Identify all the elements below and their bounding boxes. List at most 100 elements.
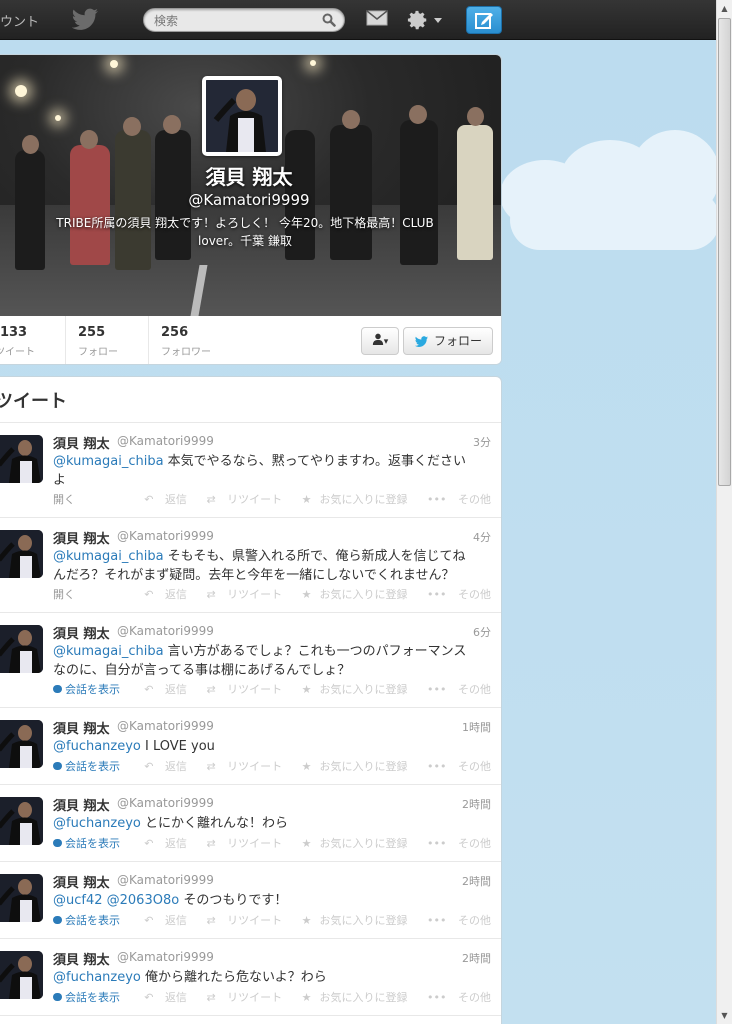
scroll-thumb[interactable] bbox=[718, 18, 731, 486]
scroll-down-arrow[interactable]: ▼ bbox=[717, 1007, 732, 1024]
tweet-avatar[interactable] bbox=[0, 874, 43, 922]
nav-account-link[interactable]: ウント bbox=[0, 11, 39, 30]
tweet-timestamp[interactable]: 2時間 bbox=[462, 873, 491, 889]
more-action[interactable]: ••• その他 bbox=[419, 914, 491, 927]
tweet-item[interactable]: 須貝 翔太 @Kamatori9999 2時間 @ucf42 @2063O8o … bbox=[0, 862, 501, 939]
favorite-action[interactable]: ★ お気に入りに登録 bbox=[294, 760, 408, 773]
retweet-action[interactable]: ⇄ リツイート bbox=[198, 683, 282, 696]
tweet-avatar[interactable] bbox=[0, 797, 43, 845]
page-scrollbar[interactable]: ▲ ▼ bbox=[716, 0, 732, 1024]
reply-action[interactable]: ↶ 返信 bbox=[136, 683, 187, 696]
mail-icon[interactable] bbox=[366, 10, 388, 26]
reply-action[interactable]: ↶ 返信 bbox=[136, 760, 187, 773]
favorite-action[interactable]: ★ お気に入りに登録 bbox=[294, 588, 408, 601]
view-conversation-link[interactable]: 会話を表示 bbox=[53, 758, 120, 774]
tweet-author-name[interactable]: 須貝 翔太 bbox=[53, 872, 110, 891]
tweet-timestamp[interactable]: 1時間 bbox=[462, 719, 491, 735]
tweet-author-name[interactable]: 須貝 翔太 bbox=[53, 623, 110, 642]
gear-icon[interactable] bbox=[407, 9, 429, 31]
tweet-author-name[interactable]: 須貝 翔太 bbox=[53, 795, 110, 814]
tweet-author-name[interactable]: 須貝 翔太 bbox=[53, 718, 110, 737]
user-actions-dropdown[interactable]: ▾ bbox=[361, 327, 399, 355]
stat-followers[interactable]: 256 フォロワー bbox=[161, 325, 211, 364]
view-conversation-link[interactable]: 会話を表示 bbox=[53, 835, 120, 851]
profile-avatar[interactable] bbox=[202, 76, 282, 156]
reply-action[interactable]: ↶ 返信 bbox=[136, 493, 187, 506]
stat-following[interactable]: 255 フォロー bbox=[78, 325, 118, 364]
more-action[interactable]: ••• その他 bbox=[419, 991, 491, 1004]
more-action[interactable]: ••• その他 bbox=[419, 837, 491, 850]
expand-tweet-link[interactable]: 開く bbox=[53, 491, 75, 507]
reply-action[interactable]: ↶ 返信 bbox=[136, 837, 187, 850]
tweet-timestamp[interactable]: 4分 bbox=[473, 529, 491, 545]
view-conversation-link[interactable]: 会話を表示 bbox=[53, 681, 120, 697]
tweet-mention[interactable]: @fuchanzeyo bbox=[53, 816, 141, 831]
search-box[interactable] bbox=[143, 8, 345, 32]
settings-menu[interactable] bbox=[407, 8, 445, 32]
tweet-avatar[interactable] bbox=[0, 530, 43, 578]
tweet-author-handle[interactable]: @Kamatori9999 bbox=[117, 624, 214, 638]
tweet-timestamp[interactable]: 3分 bbox=[473, 434, 491, 450]
user-icon bbox=[372, 333, 383, 345]
retweet-action[interactable]: ⇄ リツイート bbox=[198, 493, 282, 506]
search-input[interactable] bbox=[154, 12, 314, 29]
tweet-item[interactable]: 須貝 翔太 @Kamatori9999 6分 @kumagai_chiba 言い… bbox=[0, 613, 501, 708]
tweet-item[interactable]: 須貝 翔太 @Kamatori9999 2時間 @fuchanzeyo 俺から離… bbox=[0, 939, 501, 1016]
more-action[interactable]: ••• その他 bbox=[419, 588, 491, 601]
tweet-item[interactable]: 須貝 翔太 @Kamatori9999 2時間 @fuchanzeyo とにかく… bbox=[0, 785, 501, 862]
retweet-action[interactable]: ⇄ リツイート bbox=[198, 991, 282, 1004]
favorite-action[interactable]: ★ お気に入りに登録 bbox=[294, 493, 408, 506]
tweet-mention[interactable]: @fuchanzeyo bbox=[53, 970, 141, 985]
tweet-mention[interactable]: @kumagai_chiba bbox=[53, 549, 164, 564]
tweet-avatar[interactable] bbox=[0, 720, 43, 768]
more-action[interactable]: ••• その他 bbox=[419, 683, 491, 696]
more-action[interactable]: ••• その他 bbox=[419, 493, 491, 506]
tweet-author-name[interactable]: 須貝 翔太 bbox=[53, 433, 110, 452]
tweet-timestamp[interactable]: 6分 bbox=[473, 624, 491, 640]
tweet-item[interactable]: 須貝 翔太 @Kamatori9999 4分 @kumagai_chiba そも… bbox=[0, 518, 501, 613]
tweet-avatar[interactable] bbox=[0, 625, 43, 673]
compose-tweet-button[interactable] bbox=[466, 6, 502, 34]
more-action[interactable]: ••• その他 bbox=[419, 760, 491, 773]
tweet-avatar[interactable] bbox=[0, 951, 43, 999]
tweet-item[interactable]: 須貝 翔太 @Kamatori9999 3分 @kumagai_chiba 本気… bbox=[0, 423, 501, 518]
reply-action[interactable]: ↶ 返信 bbox=[136, 588, 187, 601]
tweet-mention[interactable]: @kumagai_chiba bbox=[53, 644, 164, 659]
favorite-action[interactable]: ★ お気に入りに登録 bbox=[294, 991, 408, 1004]
retweet-action[interactable]: ⇄ リツイート bbox=[198, 760, 282, 773]
favorite-action[interactable]: ★ お気に入りに登録 bbox=[294, 914, 408, 927]
view-conversation-link[interactable]: 会話を表示 bbox=[53, 912, 120, 928]
tweet-author-handle[interactable]: @Kamatori9999 bbox=[117, 719, 214, 733]
tweet-author-name[interactable]: 須貝 翔太 bbox=[53, 528, 110, 547]
stat-tweets[interactable]: ,133 ツイート bbox=[0, 325, 35, 364]
follow-button[interactable]: フォロー bbox=[403, 327, 493, 355]
reply-action[interactable]: ↶ 返信 bbox=[136, 914, 187, 927]
tweet-avatar[interactable] bbox=[0, 435, 43, 483]
retweet-action[interactable]: ⇄ リツイート bbox=[198, 588, 282, 601]
star-icon: ★ bbox=[301, 683, 312, 696]
tweet-author-handle[interactable]: @Kamatori9999 bbox=[117, 950, 214, 964]
search-icon[interactable] bbox=[322, 13, 336, 27]
expand-tweet-link[interactable]: 開く bbox=[53, 586, 75, 602]
tweet-author-name[interactable]: 須貝 翔太 bbox=[53, 949, 110, 968]
tweet-author-handle[interactable]: @Kamatori9999 bbox=[117, 529, 214, 543]
reply-action[interactable]: ↶ 返信 bbox=[136, 991, 187, 1004]
retweet-action[interactable]: ⇄ リツイート bbox=[198, 914, 282, 927]
view-conversation-link[interactable]: 会話を表示 bbox=[53, 989, 120, 1005]
favorite-action[interactable]: ★ お気に入りに登録 bbox=[294, 683, 408, 696]
tweet-mention[interactable]: @kumagai_chiba bbox=[53, 454, 164, 469]
tweet-timestamp[interactable]: 2時間 bbox=[462, 950, 491, 966]
favorite-action[interactable]: ★ お気に入りに登録 bbox=[294, 837, 408, 850]
tweet-author-handle[interactable]: @Kamatori9999 bbox=[117, 796, 214, 810]
tweet-item[interactable]: 須貝 翔太 @Kamatori9999 1時間 @fuchanzeyo I LO… bbox=[0, 708, 501, 785]
tweet-author-handle[interactable]: @Kamatori9999 bbox=[117, 873, 214, 887]
scroll-up-arrow[interactable]: ▲ bbox=[717, 0, 732, 17]
tweet-author-handle[interactable]: @Kamatori9999 bbox=[117, 434, 214, 448]
twitter-bird-icon[interactable] bbox=[72, 6, 100, 32]
retweet-action[interactable]: ⇄ リツイート bbox=[198, 837, 282, 850]
stat-label: ツイート bbox=[0, 347, 35, 358]
tweet-mention[interactable]: @fuchanzeyo bbox=[53, 739, 141, 754]
tweet-mention[interactable]: @ucf42 @2063O8o bbox=[53, 893, 179, 908]
street-light bbox=[310, 60, 316, 66]
tweet-timestamp[interactable]: 2時間 bbox=[462, 796, 491, 812]
